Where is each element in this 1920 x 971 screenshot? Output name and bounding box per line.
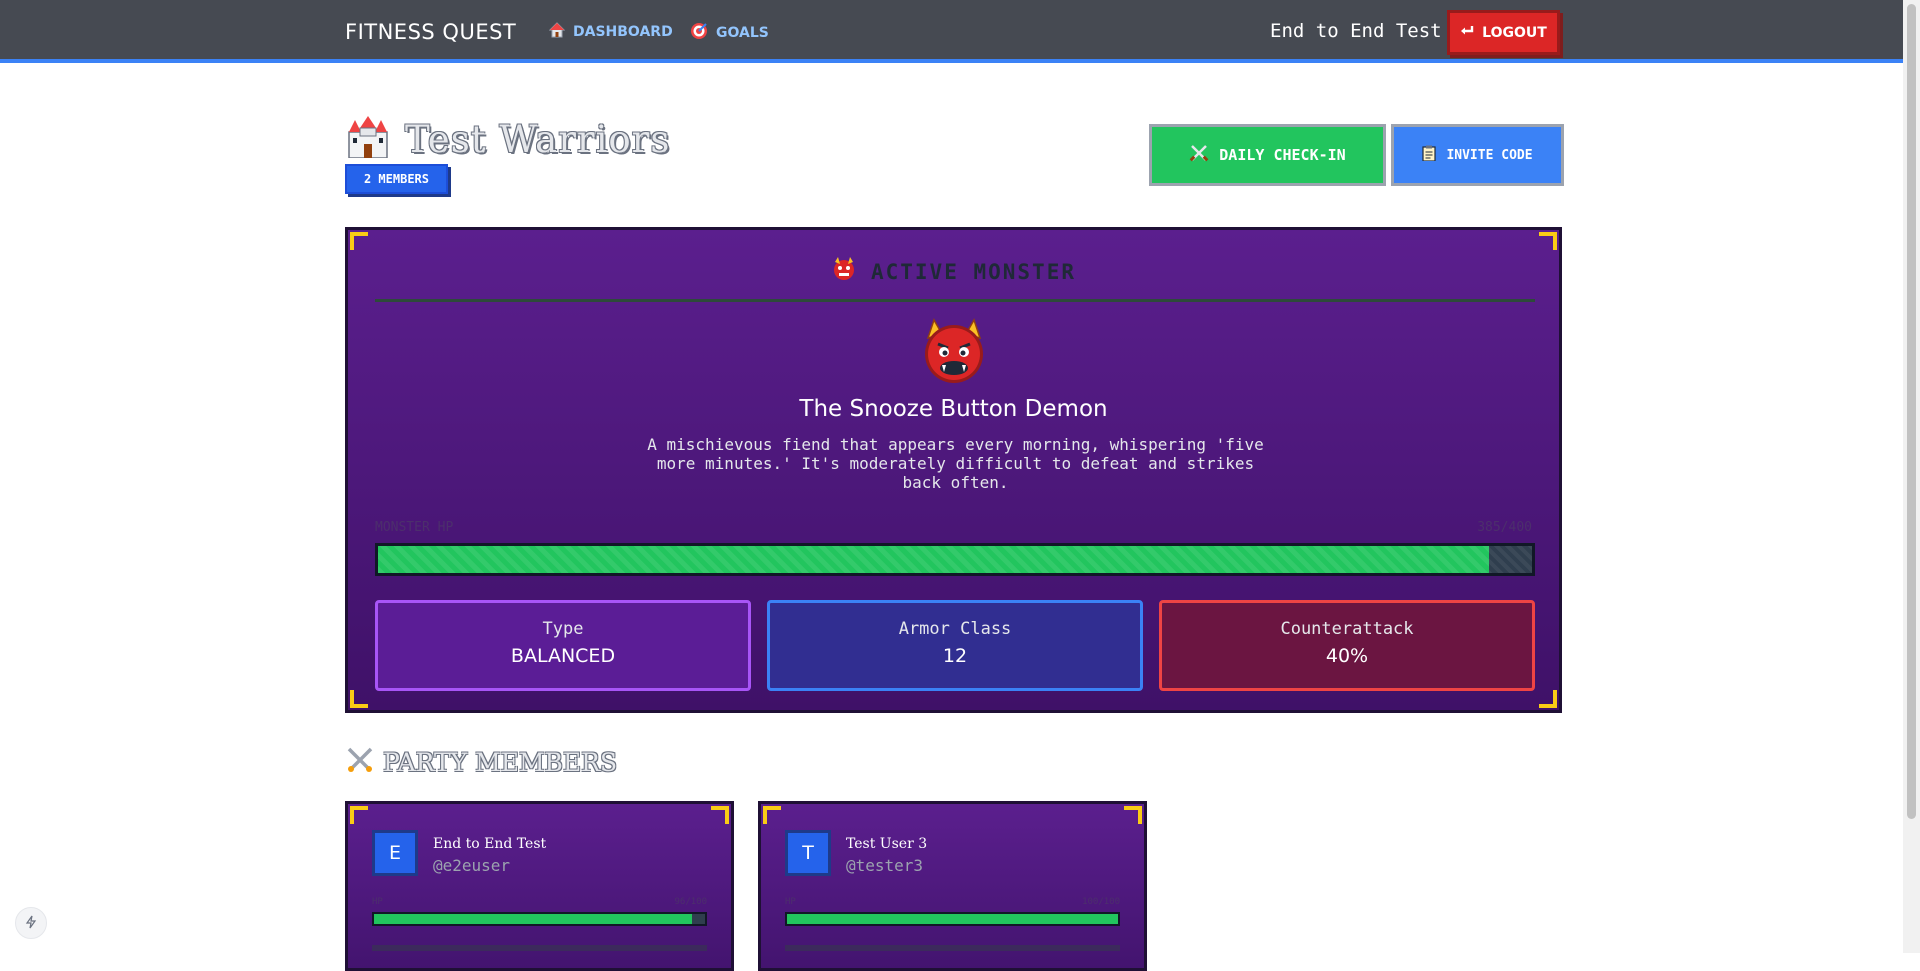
active-monster-heading: ACTIVE MONSTER xyxy=(348,256,1559,287)
active-monster-title: ACTIVE MONSTER xyxy=(870,259,1076,284)
member-secondary-bar xyxy=(785,945,1120,951)
scrollbar-thumb[interactable] xyxy=(1907,4,1916,819)
ogre-icon xyxy=(831,256,857,287)
stat-armor-label: Armor Class xyxy=(898,619,1012,639)
panel-corner-decoration xyxy=(350,232,368,250)
nav-link-goals[interactable]: GOALS xyxy=(690,22,769,44)
castle-icon xyxy=(345,116,391,162)
stat-counterattack-label: Counterattack xyxy=(1280,619,1414,639)
member-card[interactable]: E End to End Test @e2euser HP 96/100 xyxy=(345,801,734,971)
logout-arrow-icon xyxy=(1460,24,1474,42)
panel-corner-decoration xyxy=(350,690,368,708)
panel-corner-decoration xyxy=(1539,232,1557,250)
member-handle: @tester3 xyxy=(846,856,924,875)
logout-button[interactable]: LOGOUT xyxy=(1447,10,1560,55)
member-name: End to End Test xyxy=(433,836,547,852)
avatar: E xyxy=(372,830,418,876)
party-members-heading: PARTY MEMBERS xyxy=(345,745,617,779)
house-icon xyxy=(548,22,566,42)
monster-hp-value: 385/400 xyxy=(1477,520,1532,535)
member-handle: @e2euser xyxy=(433,856,511,875)
member-hp-value: 100/100 xyxy=(1082,897,1120,907)
clipboard-icon xyxy=(1422,145,1437,165)
stat-type-value: BALANCED xyxy=(510,645,616,667)
party-members-title: PARTY MEMBERS xyxy=(383,747,618,777)
member-secondary-bar xyxy=(372,945,707,951)
card-corner-decoration xyxy=(1124,806,1142,824)
member-hp-bar xyxy=(785,912,1120,926)
divider xyxy=(375,299,1535,302)
nav-link-dashboard-label: DASHBOARD xyxy=(573,24,673,40)
invite-code-button[interactable]: INVITE CODE xyxy=(1391,124,1564,186)
stat-counterattack-value: 40% xyxy=(1325,645,1369,667)
crossed-swords-icon xyxy=(345,745,375,779)
member-hp-fill xyxy=(787,914,1118,924)
member-hp-label: HP xyxy=(785,897,796,907)
member-hp-bar xyxy=(372,912,707,926)
brand-logo[interactable]: FITNESS QUEST xyxy=(345,20,516,44)
panel-corner-decoration xyxy=(1539,690,1557,708)
card-corner-decoration xyxy=(711,806,729,824)
card-corner-decoration xyxy=(763,806,781,824)
stat-type-box: Type BALANCED xyxy=(375,600,751,691)
party-name: Test Warriors xyxy=(405,117,671,161)
dev-tools-button[interactable] xyxy=(15,907,47,939)
monster-hp-label: MONSTER HP xyxy=(375,520,454,535)
page-scrollbar[interactable] xyxy=(1903,0,1920,953)
monster-name: The Snooze Button Demon xyxy=(799,396,1108,422)
member-card[interactable]: T Test User 3 @tester3 HP 100/100 xyxy=(758,801,1147,971)
member-name: Test User 3 xyxy=(846,836,928,852)
crossed-swords-icon xyxy=(1189,143,1209,167)
navbar: FITNESS QUEST DASHBOARD GOALS End to End… xyxy=(0,0,1920,63)
members-count-badge: 2 MEMBERS xyxy=(345,164,448,194)
stat-counterattack-box: Counterattack 40% xyxy=(1159,600,1535,691)
monster-portrait-icon xyxy=(918,316,990,388)
daily-checkin-button[interactable]: DAILY CHECK-IN xyxy=(1149,124,1386,186)
monster-hp-fill xyxy=(378,546,1489,573)
monster-hp-bar xyxy=(375,543,1535,576)
member-hp-label: HP xyxy=(372,897,383,907)
stat-type-label: Type xyxy=(542,619,584,639)
stat-armor-value: 12 xyxy=(942,645,968,667)
member-hp-fill xyxy=(374,914,692,924)
logout-label: LOGOUT xyxy=(1482,24,1547,41)
nav-link-goals-label: GOALS xyxy=(716,25,769,41)
target-icon xyxy=(690,22,708,44)
stat-armor-box: Armor Class 12 xyxy=(767,600,1143,691)
daily-checkin-label: DAILY CHECK-IN xyxy=(1219,146,1346,164)
active-monster-panel: ACTIVE MONSTER The Snooze Button Demon A… xyxy=(345,227,1562,713)
lightning-icon xyxy=(24,914,38,933)
nav-link-dashboard[interactable]: DASHBOARD xyxy=(548,22,673,42)
monster-description: A mischievous fiend that appears every m… xyxy=(647,435,1264,492)
current-user-name: End to End Test xyxy=(1270,20,1442,42)
invite-code-label: INVITE CODE xyxy=(1446,147,1533,163)
card-corner-decoration xyxy=(350,806,368,824)
member-hp-value: 96/100 xyxy=(674,897,707,907)
avatar: T xyxy=(785,830,831,876)
party-title: Test Warriors xyxy=(345,116,670,162)
